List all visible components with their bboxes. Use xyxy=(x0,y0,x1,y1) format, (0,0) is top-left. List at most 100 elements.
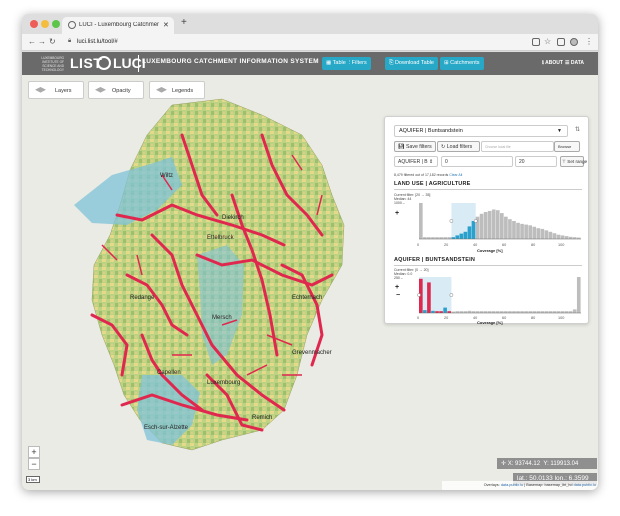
menu-dots-icon[interactable]: ⋮ xyxy=(585,37,593,46)
section-divider xyxy=(394,189,582,190)
browse-button[interactable]: Browse xyxy=(554,141,580,152)
aquifer-bar xyxy=(443,307,447,313)
attribution-link[interactable]: data.public.lu xyxy=(501,483,523,487)
forward-icon[interactable]: → xyxy=(38,37,46,46)
legends-icon xyxy=(156,87,167,93)
aquifer-brush-handle[interactable] xyxy=(417,293,421,297)
landuse-bar xyxy=(483,212,488,239)
landuse-bar xyxy=(528,225,532,239)
opacity-button[interactable]: Opacity xyxy=(88,81,144,99)
landuse-bar xyxy=(520,223,524,239)
aquifer-histogram[interactable] xyxy=(397,275,587,315)
institute-name: LUXEMBOURG INSTITUTE OF SCIENCE AND TECH… xyxy=(41,56,64,72)
city-label: Capellen xyxy=(157,370,181,376)
maximize-window-icon[interactable] xyxy=(52,20,60,28)
landuse-bar xyxy=(504,216,508,239)
min-value-input[interactable]: 0 xyxy=(441,156,513,167)
new-tab-icon[interactable]: + xyxy=(181,17,187,28)
aquifer-select[interactable]: AQUIFER | Buntsandstein ▼ xyxy=(394,125,568,137)
aquifer-bar xyxy=(536,311,541,313)
landuse-xtick: 20 xyxy=(444,243,449,247)
back-icon[interactable]: ← xyxy=(28,37,36,46)
aquifer-bar xyxy=(556,311,561,313)
aquifer-bar xyxy=(435,311,439,313)
landuse-histogram[interactable] xyxy=(397,201,587,241)
save-filters-button[interactable]: 💾︎ Save filters xyxy=(394,141,436,152)
aquifer-bar xyxy=(544,311,549,313)
layers-icon xyxy=(35,87,46,93)
aquifer-bar xyxy=(459,311,464,313)
aquifer-bar xyxy=(479,311,484,313)
attribution-link[interactable]: data.public.lu xyxy=(574,483,596,487)
landuse-chart-title: LAND USE | AGRICULTURE xyxy=(394,181,471,187)
landuse-bar xyxy=(479,213,484,239)
aquifer-bar xyxy=(463,311,468,313)
landuse-brush-handle[interactable] xyxy=(449,219,454,223)
bookmark-star-icon[interactable]: ☆ xyxy=(544,37,551,46)
aquifer-brush-handle[interactable] xyxy=(449,293,454,297)
landuse-bar xyxy=(467,226,472,239)
updown-caret-icon: ⇕ xyxy=(429,159,434,165)
aquifer-bar xyxy=(560,311,565,313)
caret-down-icon: ▼ xyxy=(557,128,562,134)
map-attribution: Overlays: data.public.lu | Basemap: base… xyxy=(442,481,598,490)
share-icon[interactable] xyxy=(532,38,540,46)
landuse-bar xyxy=(564,236,569,239)
browser-tab[interactable]: LUCI - Luxembourg Catchment Information … xyxy=(62,17,174,34)
xy-coordinate-readout: ✛ X: 93744.12 Y: 119913.04 xyxy=(497,458,597,469)
url-field[interactable]: 🔒︎ luci.list.lu/tool/# xyxy=(60,36,530,48)
landuse-bar xyxy=(447,237,451,239)
sort-icon[interactable]: ⇅ xyxy=(575,126,580,133)
landuse-bar xyxy=(572,237,577,239)
legends-button[interactable]: Legends xyxy=(149,81,205,99)
aquifer-bar xyxy=(564,311,569,313)
profile-icon[interactable] xyxy=(570,38,578,46)
aquifer-bar xyxy=(552,311,557,313)
aquifer-bar xyxy=(568,311,573,313)
aquifer-bar xyxy=(495,311,500,313)
tab-bar: LUCI - Luxembourg Catchment Information … xyxy=(22,14,598,34)
load-filters-button[interactable]: ↻ Load filters xyxy=(437,141,480,152)
download-table-button[interactable]: ⎘ Download Table xyxy=(385,57,438,70)
data-link[interactable]: ☰ DATA xyxy=(565,60,584,66)
close-window-icon[interactable] xyxy=(30,20,38,28)
landuse-bar xyxy=(435,237,439,239)
layers-button[interactable]: Layers xyxy=(28,81,84,99)
aquifer-bar xyxy=(439,311,443,313)
set-range-button[interactable]: ⊤ Set range xyxy=(560,156,587,167)
landuse-brush-handle[interactable] xyxy=(473,219,478,223)
zoom-out-button[interactable]: − xyxy=(28,458,40,470)
about-link[interactable]: ℹ ABOUT xyxy=(542,60,563,66)
field-select[interactable]: AQUIFER | B ⇕ xyxy=(394,156,438,167)
luci-logo-text: LUCI xyxy=(113,55,146,71)
zoom-in-button[interactable]: + xyxy=(28,446,40,458)
reload-icon[interactable]: ↻ xyxy=(49,37,56,46)
city-label: Wiltz xyxy=(160,173,173,179)
aquifer-bar xyxy=(524,311,528,313)
landuse-xtick: 40 xyxy=(473,243,478,247)
aquifer-bar xyxy=(427,282,431,313)
max-value-input[interactable]: 20 xyxy=(515,156,557,167)
clear-all-link[interactable]: Clear All xyxy=(449,173,462,177)
landuse-bar xyxy=(423,237,427,239)
globe-icon xyxy=(68,21,76,29)
aquifer-chart-title: AQUIFER | BUNTSANDSTEIN xyxy=(394,257,476,263)
landuse-bar xyxy=(568,236,573,239)
aquifer-bar xyxy=(576,277,581,313)
aquifer-bar xyxy=(487,311,492,313)
catchments-button[interactable]: ⊞ Catchments xyxy=(440,57,484,70)
filter-file-input[interactable]: Choose local file xyxy=(481,141,554,152)
aquifer-bar xyxy=(423,310,427,313)
aquifer-bar xyxy=(431,310,435,313)
minimize-window-icon[interactable] xyxy=(41,20,49,28)
landuse-bar xyxy=(419,203,423,239)
map-view[interactable]: Layers Opacity Legends Diekirch Ettelbru… xyxy=(22,75,598,490)
sidebar-icon[interactable] xyxy=(557,38,565,46)
scale-bar: 3 km xyxy=(26,476,40,483)
browser-window: LUCI - Luxembourg Catchment Information … xyxy=(22,14,598,490)
close-tab-icon[interactable]: ✕ xyxy=(163,21,169,29)
landuse-bar xyxy=(443,237,447,239)
city-label: Redange xyxy=(130,295,155,301)
aquifer-xtick: 20 xyxy=(444,316,449,320)
table-button[interactable]: ▦ Table ⫶ Filters xyxy=(322,57,371,70)
